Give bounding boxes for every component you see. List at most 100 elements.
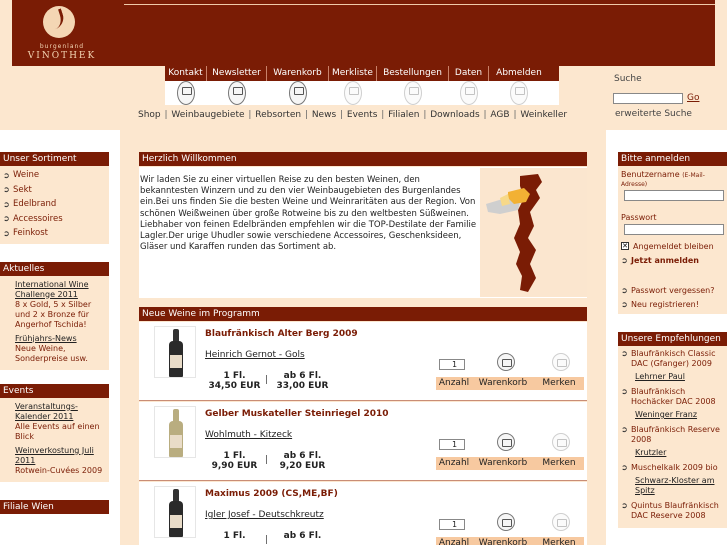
sortiment-item-sekt[interactable]: ➲ Sekt bbox=[0, 183, 109, 198]
secnav-downloads[interactable]: Downloads bbox=[430, 110, 479, 120]
password-field[interactable] bbox=[624, 224, 724, 235]
topnav-icon-cell[interactable] bbox=[489, 81, 549, 105]
quantity-input[interactable]: 1 bbox=[439, 439, 465, 450]
recommendation-producer[interactable]: Lehrner Paul bbox=[621, 372, 725, 382]
cart-icon[interactable] bbox=[497, 353, 515, 371]
recommendation-producer[interactable]: Schwarz-Kloster am Spitz bbox=[621, 476, 725, 496]
unit-bulk: ab 6 Fl. bbox=[283, 451, 322, 461]
login-heading: Bitte anmelden bbox=[618, 152, 727, 166]
unit-single: 1 Fl. bbox=[223, 531, 246, 541]
notepad-icon[interactable] bbox=[552, 513, 570, 531]
topnav-icon-cell[interactable] bbox=[165, 81, 207, 105]
topnav-bestellungen[interactable]: Bestellungen bbox=[377, 66, 449, 81]
recommendation-item[interactable]: ➲ Blaufränkisch Hochäcker DAC 2008 Weninge… bbox=[621, 387, 725, 420]
unit-bulk: ab 6 Fl. bbox=[283, 531, 322, 541]
secnav-news[interactable]: News bbox=[312, 110, 336, 120]
secnav-rebsorten[interactable]: Rebsorten bbox=[255, 110, 301, 120]
header: burgenland VINOTHEK Kontakt Newsletter War… bbox=[0, 0, 727, 130]
remember-button[interactable]: Merken bbox=[534, 537, 584, 545]
event-title[interactable]: Veranstaltungs- Kalender 2011 bbox=[15, 402, 105, 422]
username-field[interactable] bbox=[624, 190, 724, 201]
add-to-cart-button[interactable]: Warenkorb bbox=[472, 377, 534, 390]
recommendation-name[interactable]: Muschelkalk 2009 bio bbox=[631, 463, 724, 473]
unit-bulk: ab 6 Fl. bbox=[283, 371, 322, 381]
add-to-cart-button[interactable]: Warenkorb bbox=[472, 537, 534, 545]
recommendation-name[interactable]: Blaufränkisch Classic DAC (Gfanger) 2009 bbox=[631, 349, 724, 369]
sortiment-item-accessoires[interactable]: ➲ Accessoires bbox=[0, 212, 109, 227]
product-producer[interactable]: Wohlmuth - Kitzeck bbox=[205, 430, 292, 440]
notepad-icon[interactable] bbox=[552, 353, 570, 371]
remember-me[interactable]: ✕ Angemeldet bleiben bbox=[621, 239, 724, 253]
product-producer[interactable]: Igler Josef - Deutschkreutz bbox=[205, 510, 324, 520]
remember-button[interactable]: Merken bbox=[534, 457, 584, 470]
sortiment-item-feinkost[interactable]: ➲ Feinkost bbox=[0, 226, 109, 241]
news-item[interactable]: Frühjahrs-News Neue Weine, Sonderpreise u… bbox=[0, 332, 109, 366]
secnav-events[interactable]: Events bbox=[347, 110, 377, 120]
topnav-icon-cell[interactable] bbox=[377, 81, 449, 105]
topnav-abmelden[interactable]: Abmelden bbox=[489, 66, 549, 81]
search-input[interactable] bbox=[613, 93, 683, 104]
price-single: 1 Fl. bbox=[207, 531, 262, 541]
register-link[interactable]: ➲ Neu registrieren! bbox=[621, 297, 724, 311]
recommendation-item[interactable]: ➲ Blaufränkisch Classic DAC (Gfanger) 200… bbox=[621, 349, 725, 382]
price-single-value: 9,90 EUR bbox=[211, 461, 258, 471]
bottle-label bbox=[170, 515, 182, 528]
recommendation-producer[interactable]: Weninger Franz bbox=[621, 410, 725, 420]
secnav-weinbaugebiete[interactable]: Weinbaugebiete bbox=[171, 110, 244, 120]
sortiment-item-edelbrand[interactable]: ➲ Edelbrand bbox=[0, 197, 109, 212]
recommendation-item[interactable]: ➲ Quintus Blaufränkisch DAC Reserve 2008 bbox=[621, 501, 725, 521]
event-item[interactable]: Weinverkostung Juli 2011 Rotwein-Cuvées 2… bbox=[0, 444, 109, 478]
remember-button[interactable]: Merken bbox=[534, 377, 584, 390]
topnav-icon-cell[interactable] bbox=[449, 81, 489, 105]
burgenland-map-icon bbox=[486, 174, 542, 292]
recommendation-item[interactable]: ➲ Blaufränkisch Reserve 2008 Krutzler bbox=[621, 425, 725, 458]
wine-bottle-image[interactable] bbox=[154, 406, 196, 458]
filiale-heading: Filiale Wien bbox=[0, 499, 109, 514]
product-name[interactable]: Blaufränkisch Alter Berg 2009 bbox=[205, 329, 358, 339]
topnav-icon-cell[interactable] bbox=[329, 81, 377, 105]
burgenland-map[interactable] bbox=[480, 168, 587, 297]
arrow-icon: ➲ bbox=[621, 285, 628, 295]
topnav-warenkorb[interactable]: Warenkorb bbox=[267, 66, 329, 81]
secnav-weinkeller[interactable]: Weinkeller bbox=[520, 110, 567, 120]
quantity-input[interactable]: 1 bbox=[439, 359, 465, 370]
recommendation-name[interactable]: Blaufränkisch Hochäcker DAC 2008 bbox=[631, 387, 724, 407]
advanced-search-link[interactable]: erweiterte Suche bbox=[615, 109, 692, 119]
secnav-filialen[interactable]: Filialen bbox=[388, 110, 419, 120]
topnav-icon-cell[interactable] bbox=[207, 81, 267, 105]
login-button[interactable]: ➲ Jetzt anmelden bbox=[621, 253, 724, 267]
topnav-newsletter[interactable]: Newsletter bbox=[207, 66, 267, 81]
forgot-password-link[interactable]: ➲ Passwort vergessen? bbox=[621, 283, 724, 297]
add-to-cart-button[interactable]: Warenkorb bbox=[472, 457, 534, 470]
topnav-daten[interactable]: Daten bbox=[449, 66, 489, 81]
cart-icon[interactable] bbox=[497, 433, 515, 451]
topnav-merkliste[interactable]: Merkliste bbox=[329, 66, 377, 81]
recommendation-name[interactable]: Blaufränkisch Reserve 2008 bbox=[631, 425, 724, 445]
event-title[interactable]: Weinverkostung Juli 2011 bbox=[15, 446, 105, 466]
logo-name: VINOTHEK bbox=[27, 51, 97, 61]
product-producer[interactable]: Heinrich Gernot - Gols bbox=[205, 350, 305, 360]
search-go-link[interactable]: Go bbox=[687, 93, 699, 103]
product-name[interactable]: Gelber Muskateller Steinriegel 2010 bbox=[205, 409, 389, 419]
secnav-agb[interactable]: AGB bbox=[490, 110, 509, 120]
quantity-input[interactable]: 1 bbox=[439, 519, 465, 530]
wine-bottle-image[interactable] bbox=[154, 326, 196, 378]
news-item[interactable]: International Wine Challenge 2011 8 x Gol… bbox=[0, 278, 109, 332]
sortiment-item-weine[interactable]: ➲ Weine bbox=[0, 168, 109, 183]
recommendation-producer[interactable]: Krutzler bbox=[621, 448, 725, 458]
recommendation-name[interactable]: Quintus Blaufränkisch DAC Reserve 2008 bbox=[631, 501, 724, 521]
product-name[interactable]: Maximus 2009 (CS,ME,BF) bbox=[205, 489, 338, 499]
sortiment-heading: Unser Sortiment bbox=[0, 152, 109, 166]
recommendation-item[interactable]: ➲ Muschelkalk 2009 bio Schwarz-Kloster am … bbox=[621, 463, 725, 496]
remember-checkbox[interactable]: ✕ bbox=[621, 242, 629, 250]
topnav-icon-cell[interactable] bbox=[267, 81, 329, 105]
topnav-kontakt[interactable]: Kontakt bbox=[165, 66, 207, 81]
cart-icon[interactable] bbox=[497, 513, 515, 531]
notepad-icon[interactable] bbox=[552, 433, 570, 451]
news-title[interactable]: International Wine Challenge 2011 bbox=[15, 280, 105, 300]
event-item[interactable]: Veranstaltungs- Kalender 2011 Alle Events… bbox=[0, 400, 109, 444]
secnav-shop[interactable]: Shop bbox=[138, 110, 161, 120]
wine-bottle-image[interactable] bbox=[154, 486, 196, 538]
vinothek-logo[interactable]: burgenland VINOTHEK bbox=[12, 0, 112, 66]
news-title[interactable]: Frühjahrs-News bbox=[15, 334, 105, 344]
